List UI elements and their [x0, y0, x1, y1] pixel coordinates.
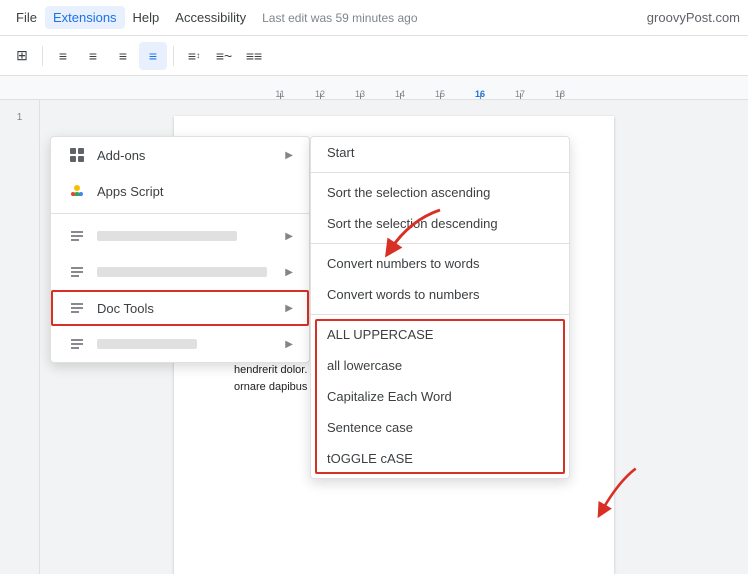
- submenu-divider-2: [311, 243, 569, 244]
- ruler-marks: 11 12 13 14 15 16 17 18: [260, 89, 580, 99]
- toolbar-list-style[interactable]: ≡~: [210, 42, 238, 70]
- item6-arrow: ▶: [285, 339, 293, 350]
- toolbar-align-left[interactable]: ≡: [49, 42, 77, 70]
- item6-blurred-label: [97, 339, 197, 349]
- submenu-sort-desc[interactable]: Sort the selection descending: [311, 208, 569, 239]
- toolbar-indent[interactable]: ≡≡: [240, 42, 268, 70]
- addons-arrow: ▶: [285, 150, 293, 161]
- ruler-mark-16: 16: [460, 89, 500, 99]
- toolbar-line-spacing[interactable]: ≡↕: [180, 42, 208, 70]
- submenu-divider-3: [311, 314, 569, 315]
- toolbar-align-center[interactable]: ≡: [79, 42, 107, 70]
- doc-tools-label: Doc Tools: [97, 301, 154, 316]
- item3-blurred-label: [97, 231, 237, 241]
- menu-file[interactable]: File: [8, 6, 45, 29]
- addons-icon: [67, 145, 87, 165]
- doc-tools-arrow: ▶: [285, 303, 293, 314]
- toolbar-align-right[interactable]: ≡: [109, 42, 137, 70]
- submenu-convert-to-words[interactable]: Convert numbers to words: [311, 248, 569, 279]
- extensions-doc-tools[interactable]: Doc Tools ▶: [51, 290, 309, 326]
- menu-help[interactable]: Help: [125, 6, 168, 29]
- apps-script-label: Apps Script: [97, 184, 163, 199]
- submenu-all-lowercase[interactable]: all lowercase: [315, 350, 565, 381]
- ruler-mark-13: 13: [340, 89, 380, 99]
- extensions-item-3[interactable]: ▶: [51, 218, 309, 254]
- menu-bar: File Extensions Help Accessibility Last …: [0, 0, 748, 36]
- ruler-mark-14: 14: [380, 89, 420, 99]
- item4-arrow: ▶: [285, 267, 293, 278]
- submenu-convert-to-numbers[interactable]: Convert words to numbers: [311, 279, 569, 310]
- toolbar-sep-1: [42, 46, 43, 66]
- submenu-divider-1: [311, 172, 569, 173]
- site-logo: groovyPost.com: [647, 10, 740, 25]
- toolbar-image-btn[interactable]: ⊞: [8, 42, 36, 70]
- extensions-dropdown[interactable]: Add-ons ▶ Apps Script ▶: [50, 136, 310, 363]
- submenu-case-section: ALL UPPERCASE all lowercase Capitalize E…: [315, 319, 565, 474]
- extensions-apps-script[interactable]: Apps Script: [51, 173, 309, 209]
- ruler-mark-11: 11: [260, 89, 300, 99]
- extensions-item-6[interactable]: ▶: [51, 326, 309, 362]
- submenu-sort-asc[interactable]: Sort the selection ascending: [311, 177, 569, 208]
- page-sidebar: 1: [0, 100, 40, 574]
- toolbar-align-justify[interactable]: ≡: [139, 42, 167, 70]
- ruler: 11 12 13 14 15 16 17 18: [0, 76, 748, 100]
- toolbar-sep-2: [173, 46, 174, 66]
- item3-arrow: ▶: [285, 231, 293, 242]
- extensions-addons[interactable]: Add-ons ▶: [51, 137, 309, 173]
- item4-icon: [67, 262, 87, 282]
- toolbar: ⊞ ≡ ≡ ≡ ≡ ≡↕ ≡~ ≡≡: [0, 36, 748, 76]
- doctools-submenu[interactable]: Start Sort the selection ascending Sort …: [310, 136, 570, 479]
- ruler-mark-12: 12: [300, 89, 340, 99]
- submenu-start[interactable]: Start: [311, 137, 569, 168]
- ruler-mark-17: 17: [500, 89, 540, 99]
- submenu-capitalize[interactable]: Capitalize Each Word: [315, 381, 565, 412]
- apps-script-icon: [67, 181, 87, 201]
- ruler-mark-18: 18: [540, 89, 580, 99]
- ruler-mark-15: 15: [420, 89, 460, 99]
- menu-extensions[interactable]: Extensions: [45, 6, 125, 29]
- submenu-all-uppercase[interactable]: ALL UPPERCASE: [315, 319, 565, 350]
- menu-accessibility[interactable]: Accessibility: [167, 6, 254, 29]
- main-area: 1 porta non lectus. Maecenas a enim nec …: [0, 100, 748, 574]
- addons-label: Add-ons: [97, 148, 145, 163]
- extensions-item-4[interactable]: ▶: [51, 254, 309, 290]
- submenu-sentence[interactable]: Sentence case: [315, 412, 565, 443]
- doc-tools-icon: [67, 298, 87, 318]
- item4-blurred-label: [97, 267, 267, 277]
- last-edit-text: Last edit was 59 minutes ago: [262, 11, 417, 25]
- dropdown-divider-1: [51, 213, 309, 214]
- submenu-toggle[interactable]: tOGGLE cASE: [315, 443, 565, 474]
- item6-icon: [67, 334, 87, 354]
- page-number-1: 1: [0, 108, 39, 127]
- item3-icon: [67, 226, 87, 246]
